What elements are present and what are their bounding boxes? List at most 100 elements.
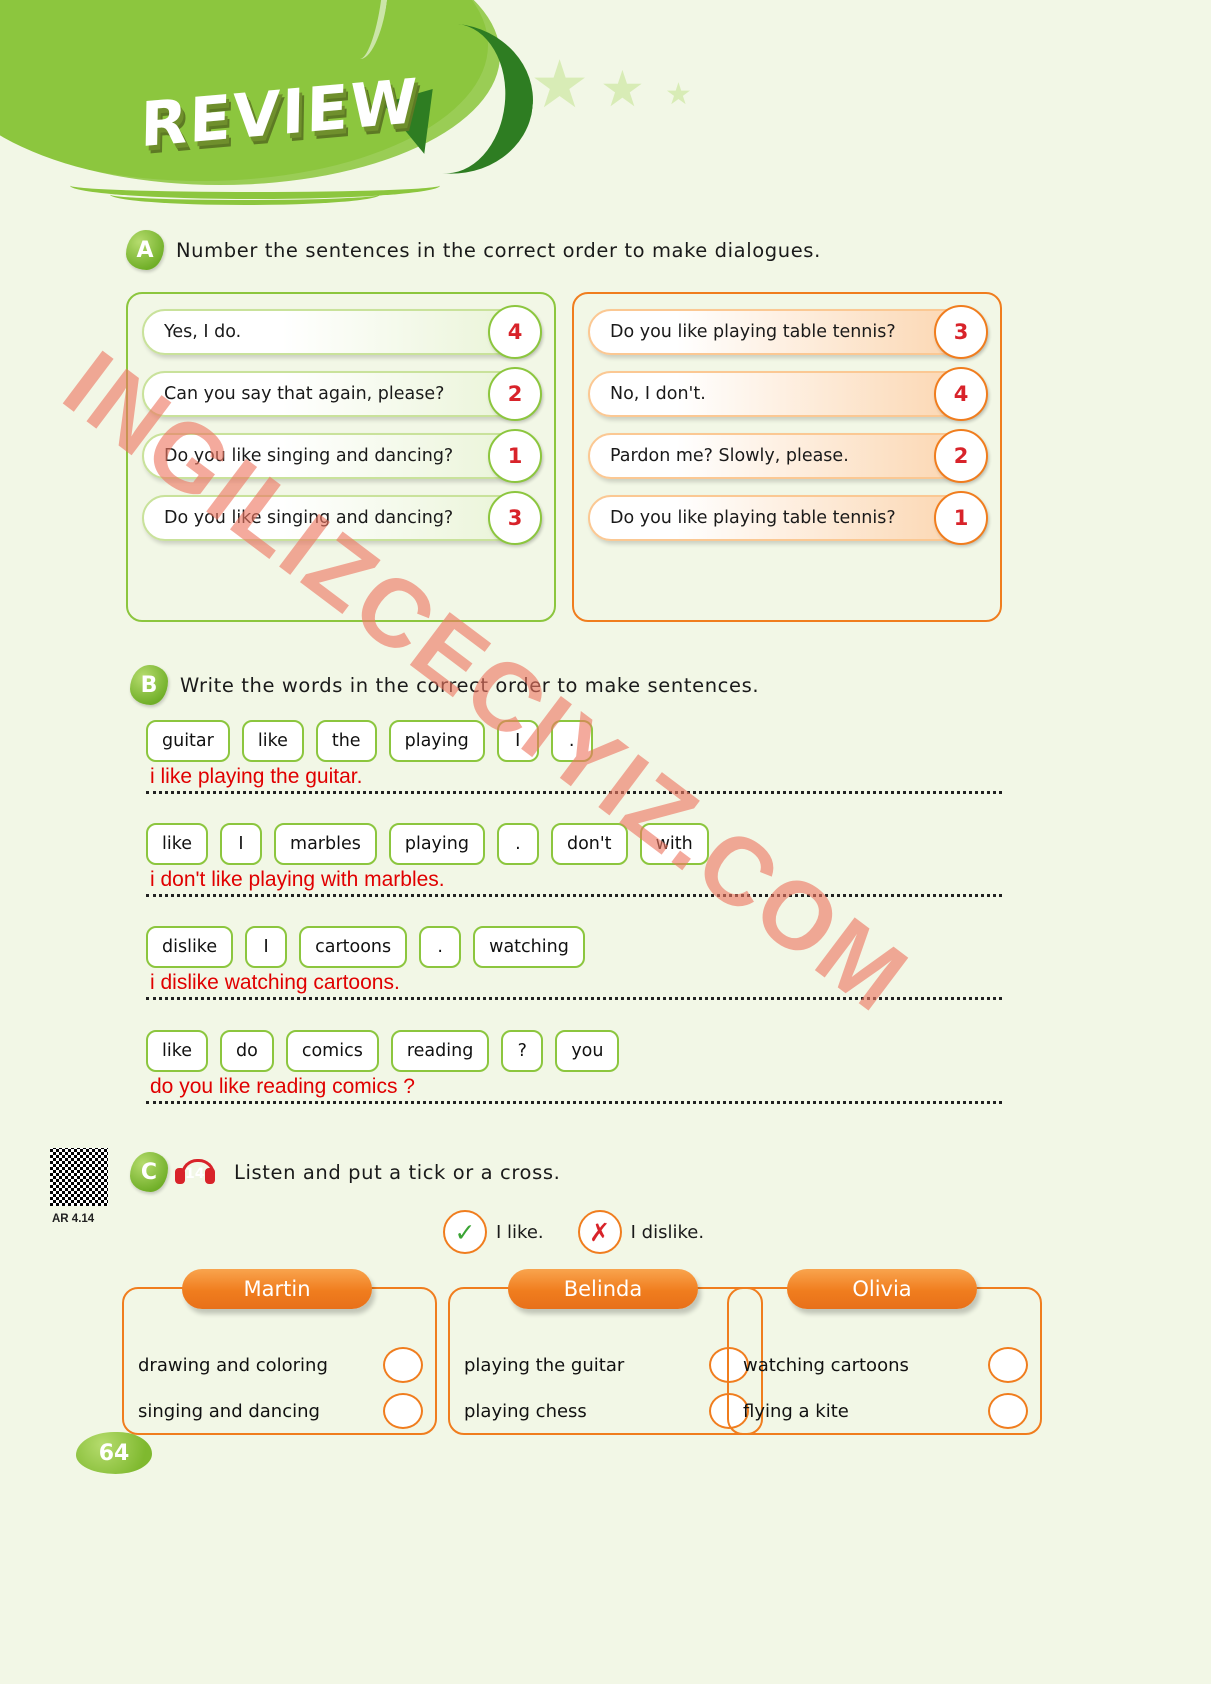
dialogue-sentence: Pardon me? Slowly, please.: [588, 433, 986, 479]
answer-text[interactable]: do you like reading comics ?: [150, 1075, 1002, 1099]
sentence-exercise-row: guitar like the playing I . i like playi…: [146, 720, 1002, 794]
order-number-input[interactable]: 1: [488, 429, 542, 483]
order-number-input[interactable]: 3: [934, 305, 988, 359]
sentence-exercise-row: dislike I cartoons . watching i dislike …: [146, 926, 1002, 1000]
answer-text[interactable]: i like playing the guitar.: [150, 765, 1002, 789]
word-chip[interactable]: like: [146, 1030, 209, 1072]
person-name: Olivia: [787, 1269, 977, 1309]
exercise-a-right-box: Do you like playing table tennis? 3 No, …: [572, 292, 1002, 622]
activity-row: watching cartoons: [743, 1347, 1028, 1383]
word-chip[interactable]: guitar: [146, 720, 230, 762]
word-chip[interactable]: I: [220, 823, 263, 865]
answer-text[interactable]: i don't like playing with marbles.: [150, 868, 1002, 892]
answer-checkbox[interactable]: [383, 1393, 423, 1429]
word-chip-group: like I marbles playing . don't with: [146, 823, 1002, 865]
exercise-a-instruction: Number the sentences in the correct orde…: [176, 238, 821, 262]
word-chip[interactable]: cartoons: [299, 926, 408, 968]
word-chip[interactable]: marbles: [274, 823, 377, 865]
word-chip[interactable]: reading: [390, 1030, 490, 1072]
word-chip-group: guitar like the playing I .: [146, 720, 1002, 762]
dialogue-row[interactable]: Do you like singing and dancing? 3: [142, 491, 542, 545]
word-chip-group: like do comics reading ? you: [146, 1030, 1002, 1072]
person-card-olivia: Olivia watching cartoons flying a kite: [727, 1269, 1042, 1435]
activity-row: playing the guitar: [464, 1347, 749, 1383]
exercise-c-letter: C: [130, 1152, 168, 1192]
sentence-exercise-row: like I marbles playing . don't with i do…: [146, 823, 1002, 897]
answer-text[interactable]: i dislike watching cartoons.: [150, 971, 1002, 995]
order-number-input[interactable]: 2: [934, 429, 988, 483]
activity-label: singing and dancing: [138, 1400, 320, 1422]
person-name: Martin: [182, 1269, 372, 1309]
word-chip[interactable]: I: [245, 926, 288, 968]
activity-row: flying a kite: [743, 1393, 1028, 1429]
word-chip[interactable]: comics: [285, 1030, 379, 1072]
exercise-a-left-box: Yes, I do. 4 Can you say that again, ple…: [126, 292, 556, 622]
word-chip[interactable]: .: [419, 926, 462, 968]
dialogue-sentence: Do you like singing and dancing?: [142, 495, 540, 541]
word-chip[interactable]: the: [315, 720, 377, 762]
dialogue-sentence: Do you like playing table tennis?: [588, 309, 986, 355]
answer-line: [146, 1101, 1002, 1104]
star-icon: ★: [530, 46, 590, 123]
dialogue-row[interactable]: Yes, I do. 4: [142, 305, 542, 359]
activity-row: drawing and coloring: [138, 1347, 423, 1383]
person-card-martin: Martin drawing and coloring singing and …: [122, 1269, 437, 1435]
order-number-input[interactable]: 1: [934, 491, 988, 545]
word-chip[interactable]: watching: [473, 926, 585, 968]
activity-label: watching cartoons: [743, 1354, 909, 1376]
legend: ✓ I like. ✗ I dislike.: [443, 1210, 704, 1254]
dialogue-row[interactable]: No, I don't. 4: [588, 367, 988, 421]
answer-line: [146, 997, 1002, 1000]
legend-item-dislike: ✗ I dislike.: [577, 1210, 705, 1254]
banner-gloss: [346, 0, 396, 62]
dialogue-sentence: Do you like playing table tennis?: [588, 495, 986, 541]
word-chip[interactable]: .: [550, 720, 593, 762]
order-number-input[interactable]: 3: [488, 491, 542, 545]
banner-underline-2: [110, 184, 380, 205]
exercise-c-header: C 14 Listen and put a tick or a cross.: [130, 1152, 560, 1192]
answer-checkbox[interactable]: [383, 1347, 423, 1383]
word-chip[interactable]: do: [220, 1030, 274, 1072]
word-chip[interactable]: dislike: [146, 926, 234, 968]
dialogue-row[interactable]: Can you say that again, please? 2: [142, 367, 542, 421]
activity-label: drawing and coloring: [138, 1354, 328, 1376]
activity-row: singing and dancing: [138, 1393, 423, 1429]
person-name: Belinda: [508, 1269, 698, 1309]
word-chip[interactable]: playing: [388, 823, 485, 865]
activity-label: flying a kite: [743, 1400, 849, 1422]
dialogue-row[interactable]: Do you like singing and dancing? 1: [142, 429, 542, 483]
word-chip[interactable]: ?: [501, 1030, 544, 1072]
audio-track-icon[interactable]: 14: [172, 1159, 218, 1185]
activity-label: playing the guitar: [464, 1354, 625, 1376]
headphones-ear-right: [205, 1168, 215, 1184]
word-chip[interactable]: like: [146, 823, 209, 865]
dialogue-row[interactable]: Do you like playing table tennis? 1: [588, 491, 988, 545]
answer-checkbox[interactable]: [988, 1393, 1028, 1429]
dialogue-row[interactable]: Do you like playing table tennis? 3: [588, 305, 988, 359]
exercise-c-instruction: Listen and put a tick or a cross.: [234, 1160, 561, 1184]
cross-icon: ✗: [577, 1210, 622, 1254]
qr-code-icon[interactable]: [50, 1148, 108, 1206]
dialogue-sentence: Can you say that again, please?: [142, 371, 540, 417]
headphones-icon: 14: [172, 1159, 218, 1185]
word-chip[interactable]: .: [496, 823, 539, 865]
legend-label: I dislike.: [630, 1221, 705, 1243]
answer-checkbox[interactable]: [988, 1347, 1028, 1383]
headphones-ear-left: [175, 1168, 185, 1184]
order-number-input[interactable]: 4: [934, 367, 988, 421]
order-number-input[interactable]: 2: [488, 367, 542, 421]
page-number: 64: [76, 1432, 152, 1474]
word-chip[interactable]: playing: [388, 720, 485, 762]
word-chip[interactable]: like: [241, 720, 304, 762]
word-chip[interactable]: with: [639, 823, 709, 865]
exercise-b-letter: B: [130, 665, 168, 705]
order-number-input[interactable]: 4: [488, 305, 542, 359]
dialogue-row[interactable]: Pardon me? Slowly, please. 2: [588, 429, 988, 483]
word-chip[interactable]: don't: [550, 823, 628, 865]
word-chip[interactable]: I: [496, 720, 539, 762]
activity-label: playing chess: [464, 1400, 587, 1422]
word-chip[interactable]: you: [555, 1030, 620, 1072]
qr-code-label: AR 4.14: [52, 1213, 95, 1225]
tick-icon: ✓: [443, 1210, 487, 1254]
dialogue-sentence: No, I don't.: [588, 371, 986, 417]
